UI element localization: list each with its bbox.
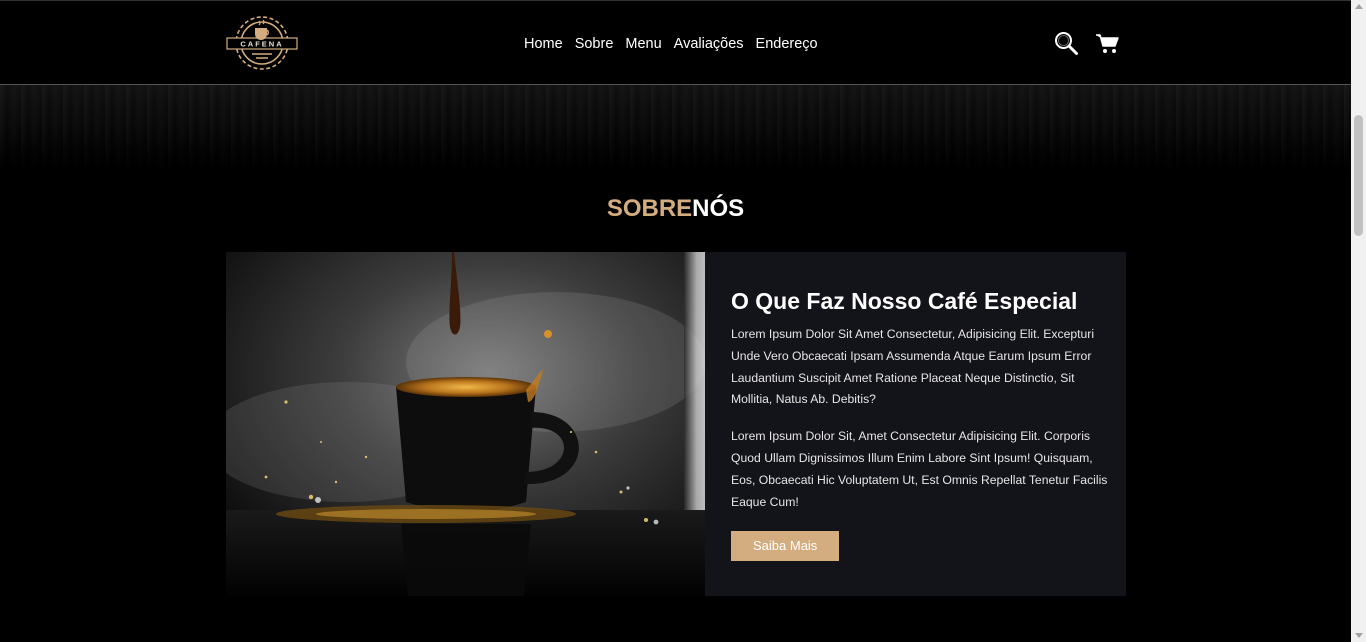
about-paragraph-1: Lorem Ipsum Dolor Sit Amet Consectetur, … (731, 327, 1095, 407)
nav-link-menu[interactable]: Menu (619, 34, 667, 54)
scrollbar-thumb[interactable] (1354, 115, 1363, 236)
site-header: CAFENA Home Sobre Menu Avaliações Endere… (0, 0, 1351, 85)
cafena-logo[interactable]: CAFENA (226, 12, 298, 74)
section-title-light: NÓS (692, 195, 745, 222)
nav-link-endereco[interactable]: Endereço (750, 34, 824, 54)
vertical-scrollbar[interactable] (1351, 0, 1366, 642)
logo-text: CAFENA (240, 40, 283, 49)
search-icon[interactable] (1053, 30, 1079, 56)
section-title-accent: SOBRE (606, 195, 693, 222)
hero-backdrop (0, 85, 1351, 175)
about-heading: O Que Faz Nosso Café Especial (731, 288, 1078, 314)
main-nav: Home Sobre Menu Avaliações Endereço (518, 34, 824, 54)
page: CAFENA Home Sobre Menu Avaliações Endere… (0, 0, 1351, 642)
section-title: SOBRENÓS (0, 195, 1351, 223)
about-card-body: O Que Faz Nosso Café Especial Lorem Ipsu… (705, 252, 1126, 596)
nav-link-sobre[interactable]: Sobre (569, 34, 620, 54)
cart-icon[interactable] (1095, 30, 1121, 56)
about-paragraph-2: Lorem Ipsum Dolor Sit, Amet Consectetur … (731, 429, 1108, 509)
header-icons (1053, 30, 1121, 56)
saiba-mais-button[interactable]: Saiba Mais (731, 531, 840, 562)
scroll-down-arrow-icon[interactable] (1355, 633, 1363, 638)
coffee-cup-image (226, 252, 705, 596)
nav-link-avaliacoes[interactable]: Avaliações (668, 34, 750, 54)
nav-link-home[interactable]: Home (518, 34, 569, 54)
about-card: O Que Faz Nosso Café Especial Lorem Ipsu… (226, 252, 1126, 596)
scroll-up-arrow-icon[interactable] (1355, 4, 1363, 9)
